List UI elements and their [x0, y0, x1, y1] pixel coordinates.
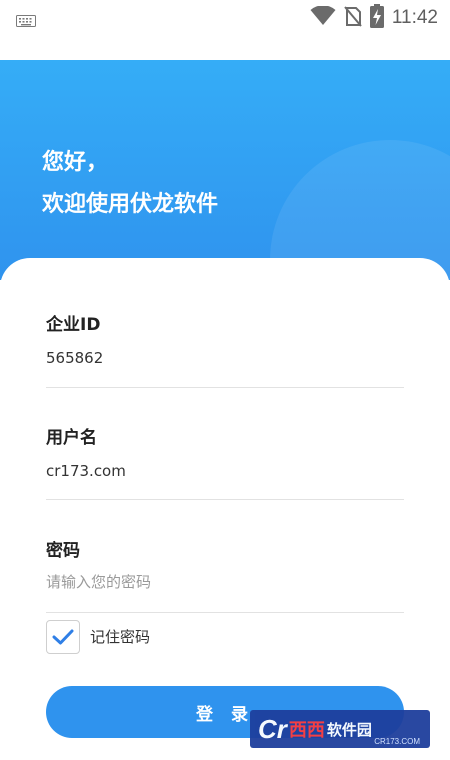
password-underline: [46, 612, 404, 613]
remember-password-checkbox[interactable]: [46, 620, 80, 654]
company-id-input[interactable]: [46, 344, 402, 372]
company-id-underline: [46, 387, 404, 388]
greeting-line2: 欢迎使用伏龙软件: [42, 192, 219, 217]
no-sim-icon: [344, 5, 362, 31]
watermark-cr: Cr: [258, 713, 287, 744]
greeting-line1: 您好，: [42, 150, 109, 175]
keyboard-icon: [16, 12, 36, 31]
battery-charging-icon: [369, 4, 384, 32]
remember-password-label[interactable]: 记住密码: [90, 626, 150, 647]
status-bar: 11:42: [0, 0, 450, 36]
watermark-url: CR173.COM: [374, 737, 420, 746]
username-input[interactable]: [46, 457, 402, 485]
password-input[interactable]: [46, 568, 402, 596]
watermark-software-park: 软件园: [326, 720, 372, 739]
watermark-logo: Cr 西西 软件园 CR173.COM: [250, 710, 430, 748]
checkmark-icon: [52, 629, 74, 645]
username-underline: [46, 499, 404, 500]
watermark-xixi: 西西: [288, 720, 325, 741]
company-id-label: 企业ID: [46, 315, 101, 335]
header-banner: 您好， 欢迎使用伏龙软件: [0, 60, 450, 280]
password-label: 密码: [46, 541, 80, 561]
wifi-icon: [310, 5, 336, 30]
username-label: 用户名: [46, 428, 97, 448]
status-time: 11:42: [391, 7, 438, 28]
